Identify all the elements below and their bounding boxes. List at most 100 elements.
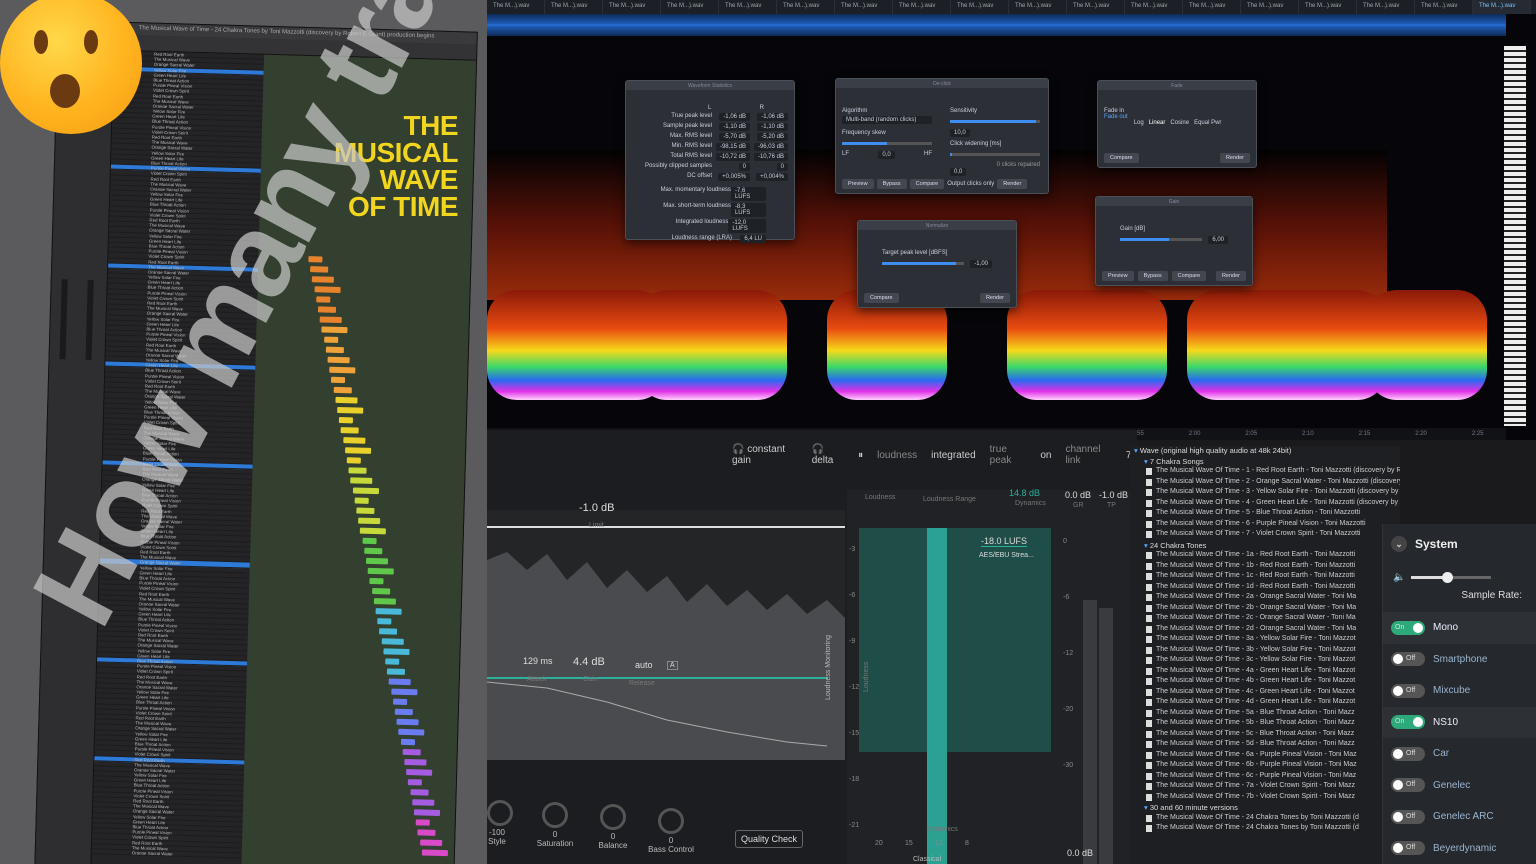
browser-file[interactable]: The Musical Wave Of Time - 5b - Blue Thr… <box>1130 719 1400 730</box>
output-toggle[interactable]: On <box>1391 620 1425 635</box>
output-profile-item[interactable]: Off Genelec <box>1383 770 1536 802</box>
click-widening-slider[interactable] <box>950 153 1040 156</box>
daw-region[interactable] <box>346 457 361 464</box>
bass-control[interactable]: 0 Bass Control <box>645 808 697 854</box>
daw-region[interactable] <box>314 286 341 293</box>
output-toggle[interactable]: Off <box>1391 841 1425 856</box>
daw-region[interactable] <box>415 819 431 826</box>
fade-curve-option[interactable]: Log <box>1134 120 1144 126</box>
daw-region[interactable] <box>323 336 338 343</box>
daw-region[interactable] <box>358 517 381 525</box>
browser-file[interactable]: The Musical Wave Of Time - 5 - Blue Thro… <box>1130 509 1400 520</box>
frequency-skew-slider[interactable] <box>842 142 932 145</box>
browser-file[interactable]: The Musical Wave Of Time - 4d - Green He… <box>1130 698 1400 709</box>
render-button[interactable]: Render <box>979 293 1010 303</box>
browser-folder[interactable]: 30 and 60 minute versions <box>1130 803 1400 814</box>
algorithm-select[interactable]: Multi-band (random clicks) <box>842 116 932 124</box>
browser-file[interactable]: The Musical Wave Of Time - 5c - Blue Thr… <box>1130 730 1400 741</box>
style-control[interactable]: -100 Style <box>487 800 513 846</box>
daw-region[interactable] <box>339 417 354 424</box>
browser-file[interactable]: The Musical Wave Of Time - 2b - Orange S… <box>1130 604 1400 615</box>
volume-fader-right[interactable] <box>85 279 94 361</box>
fade-curve-option[interactable]: Equal Pwr <box>1194 120 1221 126</box>
browser-file[interactable]: The Musical Wave Of Time - 7b - Violet C… <box>1130 793 1400 804</box>
preset-bar[interactable] <box>836 88 1048 108</box>
browser-file[interactable]: The Musical Wave Of Time - 1c - Red Root… <box>1130 572 1400 583</box>
daw-region[interactable] <box>375 608 402 615</box>
frequency-skew-value[interactable]: 0,0 <box>878 151 895 159</box>
daw-region[interactable] <box>321 326 348 334</box>
daw-region[interactable] <box>383 648 410 656</box>
chevron-down-icon[interactable]: ⌄ <box>1391 536 1407 552</box>
daw-region[interactable] <box>390 688 418 696</box>
balance-control[interactable]: 0 Balance <box>593 804 633 850</box>
daw-region[interactable] <box>417 829 436 836</box>
daw-region[interactable] <box>392 698 407 706</box>
sensitivity-slider[interactable] <box>950 120 1040 123</box>
browser-file[interactable]: The Musical Wave Of Time - 6 - Purple Pi… <box>1130 520 1400 531</box>
loudness-mode-label[interactable]: loudness <box>877 450 917 461</box>
browser-file[interactable]: The Musical Wave Of Time - 4a - Green He… <box>1130 667 1400 678</box>
daw-region[interactable] <box>327 356 350 364</box>
pause-icon[interactable]: ⏸ <box>858 450 863 461</box>
browser-file[interactable]: The Musical Wave Of Time - 5a - Blue Thr… <box>1130 709 1400 720</box>
daw-region[interactable] <box>344 447 371 454</box>
daw-region[interactable] <box>406 769 433 776</box>
daw-region[interactable] <box>377 618 392 625</box>
daw-region[interactable] <box>371 587 390 595</box>
browser-file[interactable]: The Musical Wave Of Time - 6a - Purple P… <box>1130 751 1400 762</box>
constant-gain-toggle[interactable]: 🎧 constant gain <box>732 444 798 466</box>
fade-curve-option[interactable]: Cosine <box>1170 120 1189 126</box>
browser-file[interactable]: The Musical Wave Of Time - 4c - Green He… <box>1130 688 1400 699</box>
daw-region[interactable] <box>342 437 366 444</box>
daw-region[interactable] <box>325 346 344 354</box>
browser-file[interactable]: The Musical Wave Of Time - 7 - Violet Cr… <box>1130 530 1400 541</box>
browser-file[interactable]: The Musical Wave Of Time - 1a - Red Root… <box>1130 551 1400 562</box>
daw-region[interactable] <box>364 547 383 555</box>
daw-region[interactable] <box>329 366 356 374</box>
browser-file[interactable]: The Musical Wave Of Time - 24 Chakra Ton… <box>1130 814 1400 825</box>
output-profile-item[interactable]: Off Car <box>1383 738 1536 770</box>
preset-bar[interactable] <box>1096 206 1252 226</box>
sensitivity-value[interactable]: 10,0 <box>950 129 970 137</box>
output-toggle[interactable]: Off <box>1391 809 1425 824</box>
daw-region[interactable] <box>333 386 352 394</box>
render-button[interactable]: Render <box>1215 271 1246 281</box>
browser-file[interactable]: The Musical Wave Of Time - 1d - Red Root… <box>1130 583 1400 594</box>
fade-out-radio[interactable]: Fade out <box>1104 114 1128 120</box>
preset-bar[interactable] <box>1098 90 1256 108</box>
browser-folder[interactable]: 7 Chakra Songs <box>1130 457 1400 468</box>
volume-slider[interactable] <box>1411 571 1492 583</box>
daw-region[interactable] <box>331 376 346 384</box>
browser-file[interactable]: The Musical Wave Of Time - 4b - Green He… <box>1130 677 1400 688</box>
browser-file[interactable]: The Musical Wave Of Time - 3b - Yellow S… <box>1130 646 1400 657</box>
auto-release-badge[interactable]: A <box>667 661 678 670</box>
daw-region[interactable] <box>398 728 425 736</box>
preset-bar[interactable] <box>858 230 1016 250</box>
output-profile-item[interactable]: On Mono <box>1383 612 1536 644</box>
daw-region[interactable] <box>421 849 448 857</box>
render-button[interactable]: Render <box>1219 153 1250 163</box>
delta-toggle[interactable]: 🎧 delta <box>812 444 844 466</box>
browser-file[interactable]: The Musical Wave Of Time - 1 - Red Root … <box>1130 467 1400 478</box>
browser-file[interactable]: The Musical Wave Of Time - 5d - Blue Thr… <box>1130 740 1400 751</box>
daw-region[interactable] <box>385 658 400 665</box>
compare-button[interactable]: Compare <box>909 179 945 189</box>
daw-region[interactable] <box>373 598 396 605</box>
daw-region[interactable] <box>369 577 384 585</box>
attack-value[interactable]: 129 ms <box>523 656 553 666</box>
output-profile-item[interactable]: Off Beyerdynamic <box>1383 833 1536 864</box>
loudness-preset-select[interactable]: AES/EBU Strea... <box>979 552 1034 559</box>
compare-button[interactable]: Compare <box>1171 271 1207 281</box>
browser-file[interactable]: The Musical Wave Of Time - 3c - Yellow S… <box>1130 656 1400 667</box>
output-profile-item[interactable]: On NS10 <box>1383 706 1536 738</box>
target-peak-slider[interactable] <box>882 262 965 265</box>
daw-region[interactable] <box>354 497 369 504</box>
daw-region[interactable] <box>400 738 415 746</box>
daw-region[interactable] <box>388 678 412 686</box>
browser-file[interactable]: The Musical Wave Of Time - 2a - Orange S… <box>1130 593 1400 604</box>
browser-file[interactable]: The Musical Wave Of Time - 6c - Purple P… <box>1130 772 1400 783</box>
daw-region[interactable] <box>317 306 337 313</box>
quality-check-button[interactable]: Quality Check <box>735 830 804 848</box>
daw-region[interactable] <box>337 406 364 414</box>
